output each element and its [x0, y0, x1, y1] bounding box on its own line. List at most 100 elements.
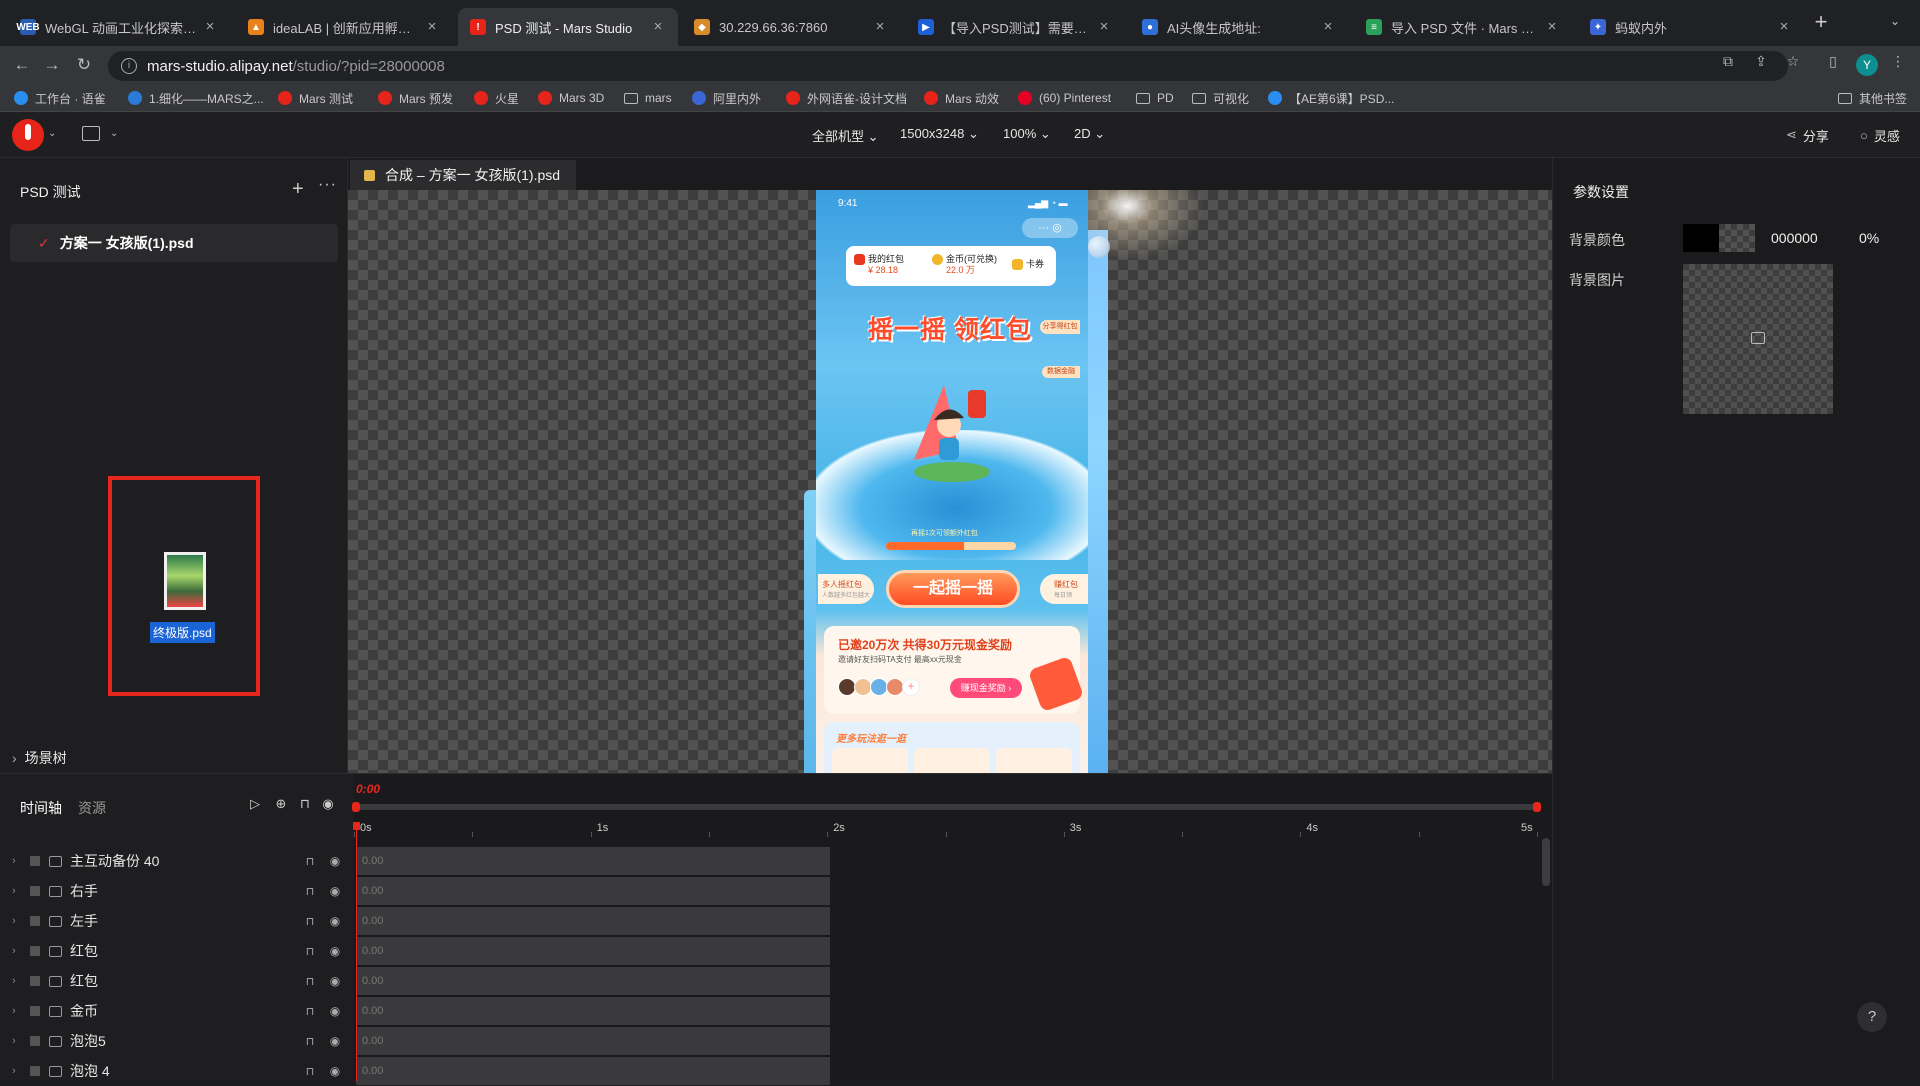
chevron-down-icon[interactable]: ⌄	[48, 128, 56, 139]
bookmark-item[interactable]: Mars 3D	[538, 89, 604, 107]
close-icon[interactable]: ×	[202, 19, 218, 35]
phone-artboard[interactable]: 9:41 ▂▄▆ ◔ ▬ ··· ◎ 我的红包 ¥ 28.18 金币(可兑换) 22…	[816, 190, 1088, 773]
play-icon[interactable]: ▷	[247, 796, 263, 812]
bookmark-item[interactable]: 火星	[474, 89, 519, 107]
translate-icon[interactable]: ⧉	[1720, 53, 1736, 69]
layer-row[interactable]: › 主互动备份 40 ⊓ ◉	[0, 846, 354, 876]
bookmark-item[interactable]: (60) Pinterest	[1018, 89, 1111, 107]
range-start-handle[interactable]	[352, 802, 360, 812]
browser-tab[interactable]: WEB WebGL 动画工业化探索与实践 ×	[8, 8, 230, 46]
layer-track[interactable]: 0.00	[356, 907, 830, 935]
close-icon[interactable]: ×	[650, 19, 666, 35]
chevron-down-icon[interactable]: ⌄	[110, 128, 118, 139]
reload-icon[interactable]: ↻	[74, 55, 94, 75]
bookmark-item[interactable]: 工作台 · 语雀	[14, 89, 106, 107]
lock-icon[interactable]: ⊓	[304, 975, 316, 988]
range-end-handle[interactable]	[1533, 802, 1541, 812]
eye-icon[interactable]: ◉	[328, 914, 342, 928]
other-bookmarks[interactable]: 其他书签	[1838, 89, 1907, 107]
eye-icon[interactable]: ◉	[320, 796, 336, 812]
eye-icon[interactable]: ◉	[328, 1034, 342, 1048]
playhead-handle[interactable]	[353, 822, 360, 830]
browser-tab[interactable]: ▶ 【导入PSD测试】需要对PSD... ×	[906, 8, 1124, 46]
bookmark-item[interactable]: PD	[1136, 89, 1174, 107]
lock-icon[interactable]: ⊓	[304, 1065, 316, 1078]
bookmark-item[interactable]: 1.细化——MARS之...	[128, 89, 264, 107]
time-ruler[interactable]: 0s 1s 2s 3s 4s 5s	[354, 822, 1544, 837]
mars-logo-icon[interactable]	[12, 119, 44, 151]
close-icon[interactable]: ×	[1320, 19, 1336, 35]
chevron-right-icon[interactable]: ›	[12, 1005, 22, 1017]
browser-tab[interactable]: ✦ 蚂蚁内外 ×	[1578, 8, 1804, 46]
layer-track[interactable]: 0.00	[356, 1057, 830, 1085]
composition-canvas[interactable]: 9:41 ▂▄▆ ◔ ▬ ··· ◎ 我的红包 ¥ 28.18 金币(可兑换) 22…	[348, 190, 1552, 773]
side-panel-icon[interactable]: ▯	[1825, 53, 1841, 69]
bookmark-item[interactable]: 外网语雀-设计文档	[786, 89, 907, 107]
zoom-select[interactable]: 100% ⌄	[1003, 126, 1051, 144]
device-select[interactable]: 全部机型 ⌄	[812, 126, 879, 144]
bookmark-item[interactable]: Mars 测试	[278, 89, 353, 107]
layer-track[interactable]: 0.00	[356, 937, 830, 965]
browser-tab[interactable]: ◆ 30.229.66.36:7860 ×	[682, 8, 900, 46]
bookmark-item[interactable]: Mars 动效	[924, 89, 999, 107]
eye-icon[interactable]: ◉	[328, 974, 342, 988]
site-info-icon[interactable]: i	[121, 58, 137, 74]
add-icon[interactable]: +	[292, 178, 304, 201]
layer-row[interactable]: › 右手 ⊓ ◉	[0, 876, 354, 906]
bookmark-item[interactable]: Mars 预发	[378, 89, 453, 107]
lock-icon[interactable]: ⊓	[304, 1005, 316, 1018]
tab-search-icon[interactable]: ⌄	[1887, 14, 1903, 30]
close-icon[interactable]: ×	[1776, 19, 1792, 35]
back-icon[interactable]: ←	[12, 55, 32, 75]
shake-together-button[interactable]: 一起摇一摇	[886, 570, 1020, 608]
address-bar[interactable]: i mars-studio.alipay.net/studio/?pid=280…	[108, 51, 1788, 81]
eye-icon[interactable]: ◉	[328, 944, 342, 958]
new-tab-button[interactable]: +	[1810, 11, 1832, 34]
multi-shake-button[interactable]: 多人摇红包 人数越多红包越大	[818, 574, 874, 604]
composition-tab[interactable]: 合成 – 方案一 女孩版(1).psd	[350, 160, 577, 190]
timeline-scrollbar[interactable]	[1542, 838, 1550, 886]
lock-icon[interactable]: ⊓	[304, 915, 316, 928]
tab-timeline[interactable]: 时间轴	[20, 798, 62, 818]
chevron-right-icon[interactable]: ›	[12, 855, 22, 867]
lock-icon[interactable]: ⊓	[304, 945, 316, 958]
inspiration-button[interactable]: ○ 灵感	[1860, 126, 1900, 144]
bookmark-item[interactable]: mars	[624, 89, 672, 107]
bg-color-swatch[interactable]	[1683, 224, 1755, 252]
resolution-select[interactable]: 1500x3248 ⌄	[900, 126, 979, 144]
layer-track[interactable]: 0.00	[356, 997, 830, 1025]
image-icon[interactable]	[82, 126, 100, 141]
earn-cash-button[interactable]: 赚现金奖励 ›	[950, 678, 1022, 698]
eye-icon[interactable]: ◉	[328, 1064, 342, 1078]
layer-track[interactable]: 0.00	[356, 967, 830, 995]
browser-tab[interactable]: ! PSD 测试 - Mars Studio ×	[458, 8, 678, 46]
forward-icon[interactable]: →	[42, 55, 62, 75]
bookmark-item[interactable]: 可视化	[1192, 89, 1249, 107]
eye-icon[interactable]: ◉	[328, 1004, 342, 1018]
chevron-right-icon[interactable]: ›	[12, 1035, 22, 1047]
layer-track[interactable]: 0.00	[356, 1027, 830, 1055]
close-icon[interactable]: ×	[1544, 19, 1560, 35]
file-item[interactable]: ✓ 方案一 女孩版(1).psd	[10, 224, 338, 262]
close-icon[interactable]: ×	[424, 19, 440, 35]
chevron-right-icon[interactable]: ›	[12, 915, 22, 927]
add-keyframe-icon[interactable]: ⊕	[273, 796, 289, 812]
browser-tab[interactable]: ▲ ideaLAB | 创新应用孵化平台 ×	[236, 8, 452, 46]
layer-row[interactable]: › 左手 ⊓ ◉	[0, 906, 354, 936]
bookmark-star-icon[interactable]: ☆	[1785, 53, 1801, 69]
bookmark-item[interactable]: 【AE第6课】PSD...	[1268, 89, 1394, 107]
bg-color-hex-input[interactable]: 000000	[1771, 230, 1818, 246]
bg-color-alpha-input[interactable]: 0%	[1859, 230, 1879, 246]
browser-menu-icon[interactable]: ⋮	[1890, 53, 1906, 69]
share-page-icon[interactable]: ⇪	[1753, 53, 1769, 69]
bubble-layer[interactable]	[1088, 236, 1110, 258]
timeline-range-bar[interactable]	[352, 802, 1541, 812]
close-icon[interactable]: ×	[1096, 19, 1112, 35]
chevron-right-icon[interactable]: ›	[12, 1065, 22, 1077]
eye-icon[interactable]: ◉	[328, 854, 342, 868]
help-icon[interactable]: ?	[1857, 1002, 1887, 1032]
bg-image-upload[interactable]	[1683, 264, 1833, 414]
bookmark-item[interactable]: 阿里内外	[692, 89, 761, 107]
browser-tab[interactable]: ● AI头像生成地址: ×	[1130, 8, 1348, 46]
lock-icon[interactable]: ⊓	[297, 796, 313, 812]
